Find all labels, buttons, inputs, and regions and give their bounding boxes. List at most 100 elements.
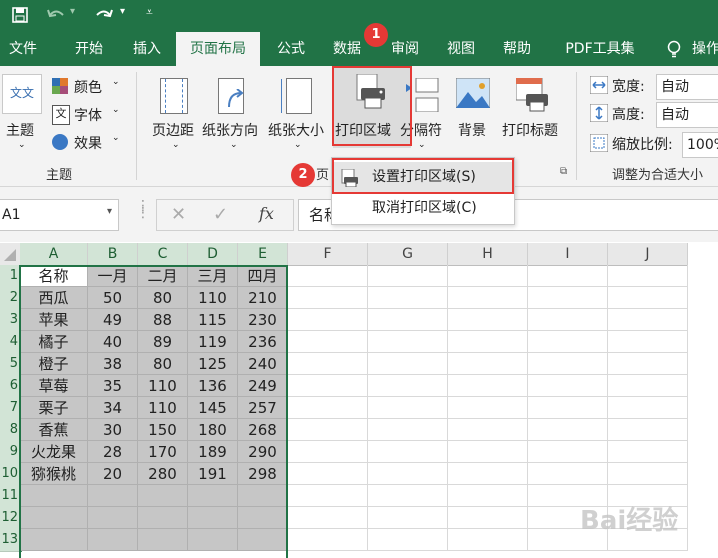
cell[interactable] bbox=[288, 507, 368, 529]
cell[interactable] bbox=[288, 375, 368, 397]
cell[interactable] bbox=[88, 529, 138, 551]
cell[interactable] bbox=[288, 331, 368, 353]
cell[interactable]: 280 bbox=[138, 463, 188, 485]
undo-icon[interactable] bbox=[46, 6, 66, 24]
cell[interactable] bbox=[448, 309, 528, 331]
cell[interactable] bbox=[368, 419, 448, 441]
cell[interactable] bbox=[448, 485, 528, 507]
cell[interactable] bbox=[138, 507, 188, 529]
row-header[interactable]: 8 bbox=[0, 419, 22, 442]
cell[interactable] bbox=[448, 265, 528, 287]
themes-button[interactable]: 文文 主题 ⌄ bbox=[2, 74, 42, 154]
row-header[interactable]: 5 bbox=[0, 353, 22, 376]
cell[interactable] bbox=[288, 309, 368, 331]
cell[interactable] bbox=[528, 375, 608, 397]
cell[interactable]: 88 bbox=[138, 309, 188, 331]
cell[interactable] bbox=[608, 419, 688, 441]
cell[interactable]: 119 bbox=[188, 331, 238, 353]
cell[interactable]: 苹果 bbox=[20, 309, 88, 331]
tab-help[interactable]: 帮助 bbox=[494, 32, 540, 66]
clear-print-area-item[interactable]: 取消打印区域(C) bbox=[332, 193, 514, 223]
cell[interactable]: 110 bbox=[138, 375, 188, 397]
qat-customize-icon[interactable]: ⩡ bbox=[146, 5, 153, 20]
lightbulb-icon[interactable] bbox=[666, 40, 682, 58]
cell[interactable] bbox=[448, 463, 528, 485]
cell[interactable] bbox=[448, 441, 528, 463]
cell[interactable] bbox=[608, 309, 688, 331]
print-titles-button[interactable]: 打印标题 bbox=[500, 74, 566, 158]
tab-insert[interactable]: 插入 bbox=[124, 32, 170, 66]
row-header[interactable]: 3 bbox=[0, 309, 22, 332]
cell[interactable]: 236 bbox=[238, 331, 288, 353]
cell[interactable] bbox=[448, 529, 528, 551]
tab-formulas[interactable]: 公式 bbox=[268, 32, 314, 66]
cell[interactable]: 125 bbox=[188, 353, 238, 375]
cell[interactable] bbox=[20, 485, 88, 507]
column-header-c[interactable]: C bbox=[138, 243, 188, 267]
cell[interactable]: 20 bbox=[88, 463, 138, 485]
cell[interactable] bbox=[448, 397, 528, 419]
cell[interactable]: 四月 bbox=[238, 265, 288, 287]
width-select[interactable]: 自动 bbox=[656, 74, 718, 100]
column-header-i[interactable]: I bbox=[528, 243, 608, 266]
cell[interactable] bbox=[608, 353, 688, 375]
scale-input[interactable]: 100% bbox=[682, 132, 718, 158]
cell[interactable] bbox=[288, 397, 368, 419]
cell[interactable] bbox=[288, 529, 368, 551]
cell[interactable]: 28 bbox=[88, 441, 138, 463]
cell[interactable] bbox=[528, 419, 608, 441]
cell[interactable]: 150 bbox=[138, 419, 188, 441]
cell[interactable]: 三月 bbox=[188, 265, 238, 287]
cell[interactable] bbox=[528, 331, 608, 353]
tab-file[interactable]: 文件 bbox=[0, 32, 46, 66]
row-header[interactable]: 10 bbox=[0, 463, 22, 486]
cell[interactable]: 38 bbox=[88, 353, 138, 375]
cell[interactable] bbox=[448, 331, 528, 353]
cell[interactable]: 一月 bbox=[88, 265, 138, 287]
cell[interactable] bbox=[528, 353, 608, 375]
cell[interactable] bbox=[138, 529, 188, 551]
cell[interactable]: 210 bbox=[238, 287, 288, 309]
cell[interactable] bbox=[188, 529, 238, 551]
cell[interactable] bbox=[88, 507, 138, 529]
background-button[interactable]: 背景 bbox=[452, 74, 496, 158]
cell[interactable]: 80 bbox=[138, 353, 188, 375]
redo-dropdown-icon[interactable]: ▾ bbox=[120, 6, 125, 17]
cell[interactable] bbox=[608, 287, 688, 309]
cell[interactable]: 30 bbox=[88, 419, 138, 441]
cell[interactable] bbox=[528, 265, 608, 287]
cell[interactable] bbox=[288, 485, 368, 507]
cell[interactable]: 80 bbox=[138, 287, 188, 309]
cell[interactable]: 115 bbox=[188, 309, 238, 331]
cell[interactable] bbox=[288, 265, 368, 287]
tab-page-layout[interactable]: 页面布局 bbox=[176, 32, 260, 66]
cell[interactable]: 145 bbox=[188, 397, 238, 419]
cell[interactable] bbox=[528, 309, 608, 331]
cell[interactable] bbox=[288, 463, 368, 485]
cell[interactable]: 猕猴桃 bbox=[20, 463, 88, 485]
fx-icon[interactable]: fx bbox=[259, 204, 274, 223]
cell[interactable]: 180 bbox=[188, 419, 238, 441]
cell[interactable] bbox=[608, 375, 688, 397]
row-header[interactable]: 6 bbox=[0, 375, 22, 398]
column-header-d[interactable]: D bbox=[188, 243, 238, 267]
cell[interactable]: 290 bbox=[238, 441, 288, 463]
column-header-a[interactable]: A bbox=[20, 243, 88, 267]
cell[interactable]: 170 bbox=[138, 441, 188, 463]
cell[interactable] bbox=[20, 507, 88, 529]
orientation-button[interactable]: 纸张方向 ⌄ bbox=[202, 74, 266, 158]
cell[interactable] bbox=[448, 375, 528, 397]
cell[interactable] bbox=[368, 265, 448, 287]
cell[interactable] bbox=[188, 485, 238, 507]
column-header-b[interactable]: B bbox=[88, 243, 138, 267]
cell[interactable] bbox=[368, 309, 448, 331]
cell[interactable] bbox=[368, 375, 448, 397]
cell[interactable]: 50 bbox=[88, 287, 138, 309]
cell[interactable] bbox=[288, 353, 368, 375]
size-button[interactable]: 纸张大小 ⌄ bbox=[268, 74, 330, 158]
cell[interactable]: 二月 bbox=[138, 265, 188, 287]
redo-icon[interactable] bbox=[94, 6, 114, 24]
cell[interactable]: 香蕉 bbox=[20, 419, 88, 441]
tab-pdf-tools[interactable]: PDF工具集 bbox=[552, 32, 648, 66]
row-header[interactable]: 7 bbox=[0, 397, 22, 420]
